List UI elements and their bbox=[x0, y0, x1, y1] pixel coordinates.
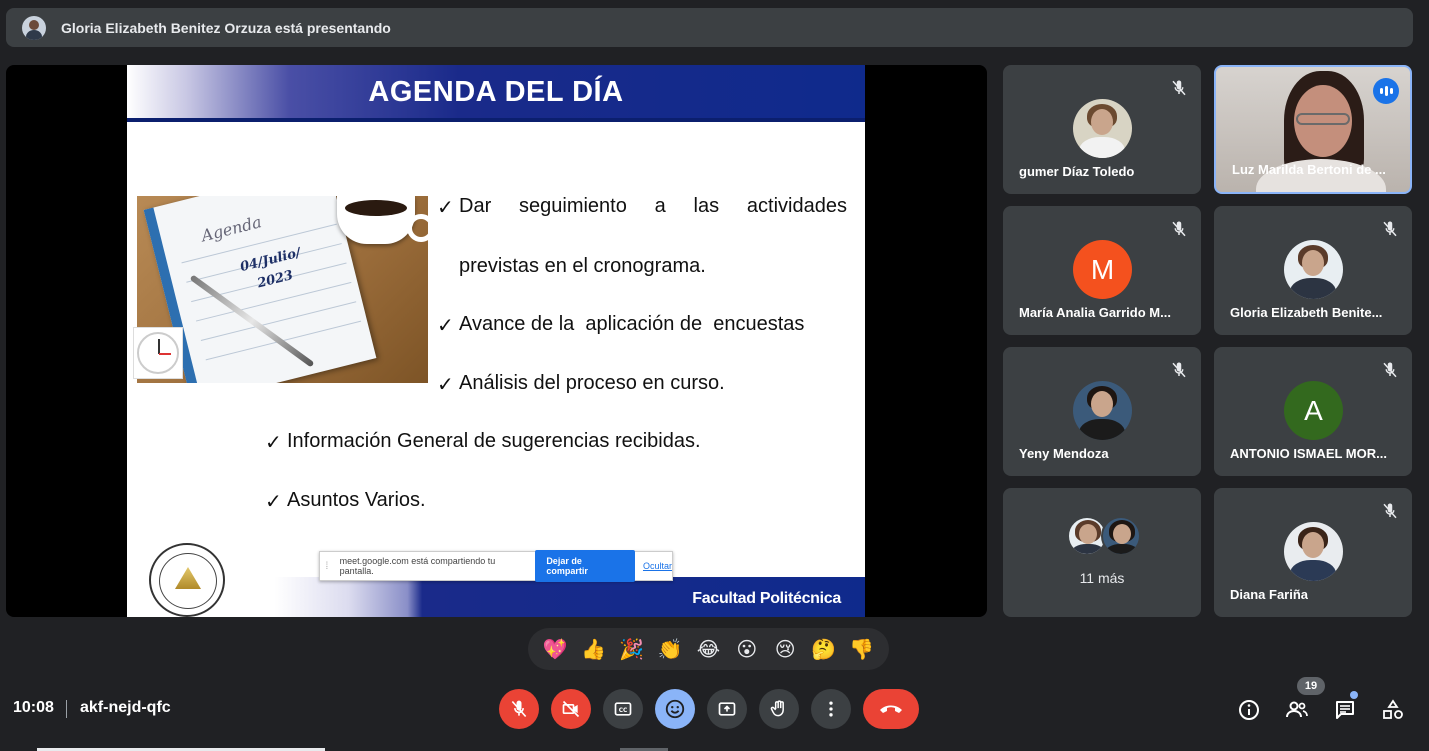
participant-photo-avatar bbox=[1284, 240, 1343, 299]
participant-photo-avatar bbox=[1073, 99, 1132, 158]
participant-tile[interactable]: A ANTONIO ISMAEL MOR... bbox=[1214, 347, 1412, 476]
meeting-details-button[interactable] bbox=[1236, 697, 1262, 723]
participant-tile[interactable]: Diana Fariña bbox=[1214, 488, 1412, 617]
present-screen-button[interactable] bbox=[707, 689, 747, 729]
meeting-code: akf-nejd-qfc bbox=[80, 699, 171, 716]
notebook-date: 04/Julio/ 2023 bbox=[238, 245, 303, 292]
presenter-banner: Gloria Elizabeth Benitez Orzuza está pre… bbox=[6, 8, 1413, 47]
participant-name: ANTONIO ISMAEL MOR... bbox=[1230, 446, 1387, 461]
info-icon bbox=[1239, 700, 1259, 720]
camera-toggle-button[interactable] bbox=[551, 689, 591, 729]
reactions-button[interactable] bbox=[655, 689, 695, 729]
participant-name: gumer Díaz Toledo bbox=[1019, 164, 1135, 179]
check-icon: ✓ bbox=[265, 432, 282, 454]
surprised-reaction[interactable]: 😮 bbox=[730, 637, 764, 662]
participant-name: Yeny Mendoza bbox=[1019, 446, 1109, 461]
university-seal-logo bbox=[149, 543, 225, 617]
notebook-word: Agenda bbox=[199, 212, 264, 246]
agenda-item-4: ✓ Información General de sugerencias rec… bbox=[265, 430, 701, 454]
check-icon: ✓ bbox=[437, 197, 454, 219]
activities-shapes-icon bbox=[1383, 699, 1403, 719]
participant-tile[interactable]: Gloria Elizabeth Benite... bbox=[1214, 206, 1412, 335]
reactions-bar: 💖 👍 🎉 👏 😂 😮 😢 🤔 👎 bbox=[528, 628, 889, 670]
participant-name: Luz Marilda Bertoni de ... bbox=[1232, 162, 1386, 177]
drag-handle-icon[interactable]: ⁞ bbox=[320, 561, 334, 572]
participant-tile[interactable]: gumer Díaz Toledo bbox=[1003, 65, 1201, 194]
slide-title: AGENDA DEL DÍA bbox=[368, 76, 624, 108]
participant-photo-avatar bbox=[1284, 522, 1343, 581]
hide-link[interactable]: Ocultar bbox=[643, 561, 672, 571]
leave-call-button[interactable] bbox=[863, 689, 919, 729]
presenter-banner-text: Gloria Elizabeth Benitez Orzuza está pre… bbox=[61, 19, 391, 36]
share-message: meet.google.com está compartiendo tu pan… bbox=[339, 556, 496, 576]
participant-initial-avatar: M bbox=[1073, 240, 1132, 299]
mic-off-icon bbox=[1379, 359, 1401, 381]
screen-share-notification: ⁞ meet.google.com está compartiendo tu p… bbox=[319, 550, 673, 582]
closed-captions-icon: CC bbox=[614, 702, 632, 716]
thumbs-up-reaction[interactable]: 👍 bbox=[576, 637, 610, 662]
agenda-item-1-continuation: previstas en el cronograma. bbox=[459, 255, 706, 277]
participant-tile[interactable]: M María Analia Garrido M... bbox=[1003, 206, 1201, 335]
chat-button[interactable] bbox=[1332, 697, 1358, 723]
presentation-stage[interactable]: AGENDA DEL DÍA Agenda 04/Julio/ 2023 ✓ D… bbox=[6, 65, 987, 617]
camera-off-icon bbox=[562, 700, 580, 718]
svg-text:CC: CC bbox=[619, 708, 628, 714]
clock-icon bbox=[133, 327, 183, 379]
meeting-clock: 10:08 bbox=[13, 699, 54, 716]
participant-name: María Analia Garrido M... bbox=[1019, 305, 1171, 320]
coffee-cup-graphic bbox=[337, 196, 428, 244]
mic-off-icon bbox=[1168, 77, 1190, 99]
more-participants-label: 11 más bbox=[1079, 570, 1125, 586]
mic-off-icon bbox=[1168, 359, 1190, 381]
check-icon: ✓ bbox=[265, 491, 282, 513]
raise-hand-button[interactable] bbox=[759, 689, 799, 729]
more-participants-tile[interactable]: 11 más bbox=[1003, 488, 1201, 617]
party-popper-reaction[interactable]: 🎉 bbox=[615, 637, 649, 662]
mic-off-icon bbox=[1379, 500, 1401, 522]
sparkling-heart-reaction[interactable]: 💖 bbox=[538, 637, 572, 662]
stop-sharing-button[interactable]: Dejar de compartir bbox=[535, 550, 635, 582]
faculty-name: Facultad Politécnica bbox=[692, 590, 841, 607]
check-icon: ✓ bbox=[437, 315, 454, 337]
agenda-item-1: ✓ Dar seguimiento a las actividades bbox=[437, 195, 847, 219]
more-vert-icon bbox=[829, 701, 833, 717]
participant-tile-active-speaker[interactable]: Luz Marilda Bertoni de ... bbox=[1214, 65, 1412, 194]
mic-off-icon bbox=[1379, 218, 1401, 240]
hand-icon bbox=[770, 700, 784, 717]
laughing-reaction[interactable]: 😂 bbox=[691, 637, 725, 662]
participant-tile[interactable]: Yeny Mendoza bbox=[1003, 347, 1201, 476]
emoji-smile-icon bbox=[665, 699, 685, 719]
more-options-button[interactable] bbox=[811, 689, 851, 729]
thinking-reaction[interactable]: 🤔 bbox=[806, 637, 840, 662]
microphone-toggle-button[interactable] bbox=[499, 689, 539, 729]
participant-photo-avatar bbox=[1073, 381, 1132, 440]
clapping-reaction[interactable]: 👏 bbox=[653, 637, 687, 662]
chat-icon bbox=[1336, 701, 1354, 719]
slide: AGENDA DEL DÍA Agenda 04/Julio/ 2023 ✓ D… bbox=[127, 65, 865, 617]
presenter-avatar bbox=[22, 15, 46, 40]
captions-button[interactable]: CC bbox=[603, 689, 643, 729]
agenda-item-3: ✓ Análisis del proceso en curso. bbox=[437, 372, 725, 396]
speaking-indicator-icon bbox=[1373, 78, 1399, 104]
agenda-item-5: ✓ Asuntos Varios. bbox=[265, 489, 426, 513]
agenda-item-2: ✓ Avance de la aplicación de encuestas bbox=[437, 313, 805, 337]
participant-count-badge: 19 bbox=[1297, 677, 1325, 695]
people-button[interactable] bbox=[1284, 697, 1310, 723]
thumbs-down-reaction[interactable]: 👎 bbox=[845, 637, 879, 662]
present-screen-icon bbox=[718, 702, 736, 716]
crying-reaction[interactable]: 😢 bbox=[768, 637, 802, 662]
mic-off-icon bbox=[511, 700, 527, 718]
hang-up-icon bbox=[880, 705, 902, 713]
participant-name: Gloria Elizabeth Benite... bbox=[1230, 305, 1383, 320]
participant-initial-avatar: A bbox=[1284, 381, 1343, 440]
overflow-avatars bbox=[1065, 516, 1143, 556]
participant-name: Diana Fariña bbox=[1230, 587, 1309, 602]
activities-button[interactable] bbox=[1380, 697, 1406, 723]
people-icon bbox=[1286, 701, 1308, 718]
divider bbox=[66, 700, 67, 718]
check-icon: ✓ bbox=[437, 374, 454, 396]
mic-off-icon bbox=[1168, 218, 1190, 240]
